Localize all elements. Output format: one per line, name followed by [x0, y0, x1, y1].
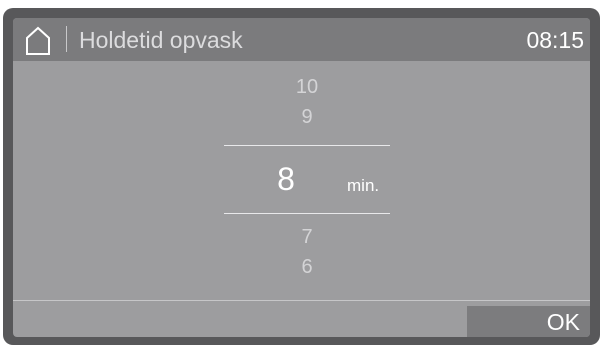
footer-divider [13, 300, 590, 301]
page-title: Holdetid opvask [79, 27, 243, 53]
selection-line-top [224, 145, 390, 146]
selected-value[interactable]: 8 [222, 161, 350, 197]
home-icon [26, 26, 50, 55]
display-screen: Holdetid opvask 08:15 10 9 8 min. 7 6 OK [13, 18, 590, 337]
ok-button[interactable]: OK [467, 306, 590, 337]
home-button[interactable] [17, 22, 57, 58]
clock: 08:15 [526, 27, 584, 53]
ok-button-label: OK [546, 309, 580, 335]
duration-roller[interactable]: 10 9 8 min. 7 6 [222, 61, 392, 304]
header-divider [66, 26, 67, 52]
selection-line-bottom [224, 213, 390, 214]
roller-option[interactable]: 10 [222, 75, 392, 99]
roller-option[interactable]: 7 [222, 225, 392, 249]
roller-option[interactable]: 9 [222, 105, 392, 129]
header-bar: Holdetid opvask 08:15 [13, 18, 590, 61]
roller-option[interactable]: 6 [222, 255, 392, 279]
unit-label: min. [347, 176, 380, 195]
